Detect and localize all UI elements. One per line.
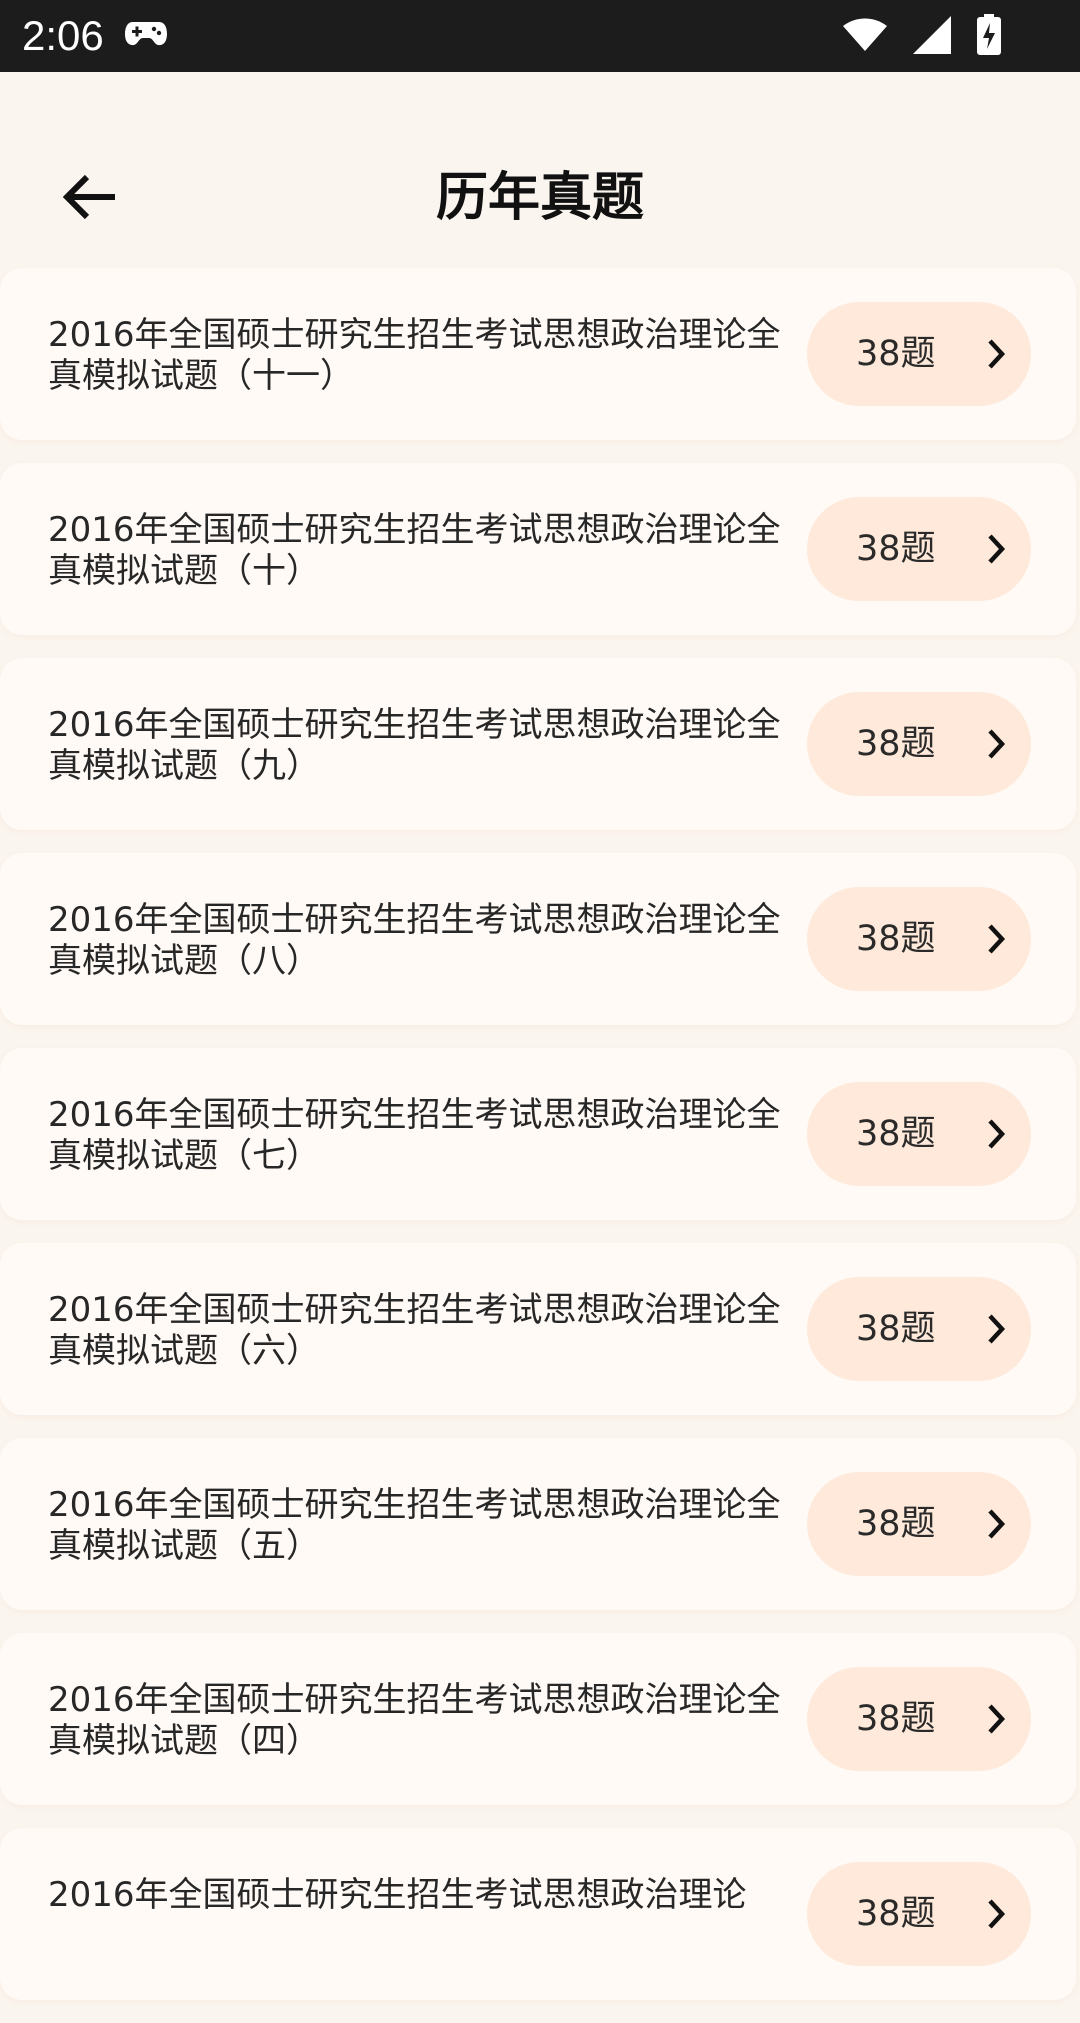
question-count-button[interactable]: 38题 — [807, 1667, 1031, 1771]
chevron-right-icon — [988, 534, 1006, 564]
question-count-label: 38题 — [856, 724, 936, 764]
list-item[interactable]: 2016年全国硕士研究生招生考试思想政治理论全真模拟试题（四） 38题 — [0, 1633, 1076, 1805]
chevron-right-icon — [988, 924, 1006, 954]
question-count-label: 38题 — [856, 919, 936, 959]
question-count-label: 38题 — [856, 1114, 936, 1154]
status-time: 2:06 — [22, 12, 104, 59]
exam-title: 2016年全国硕士研究生招生考试思想政治理论全真模拟试题（四） — [48, 1680, 781, 1761]
question-count-button[interactable]: 38题 — [807, 497, 1031, 601]
exam-title: 2016年全国硕士研究生招生考试思想政治理论全真模拟试题（十一） — [48, 315, 781, 396]
exam-title: 2016年全国硕士研究生招生考试思想政治理论全真模拟试题（八） — [48, 900, 781, 981]
question-count-label: 38题 — [856, 529, 936, 569]
status-bar: 2:06 — [0, 0, 1080, 72]
exam-title: 2016年全国硕士研究生招生考试思想政治理论 — [48, 1875, 747, 1915]
exam-title: 2016年全国硕士研究生招生考试思想政治理论全真模拟试题（七） — [48, 1095, 781, 1176]
question-count-button[interactable]: 38题 — [807, 302, 1031, 406]
chevron-right-icon — [988, 1704, 1006, 1734]
list-item[interactable]: 2016年全国硕士研究生招生考试思想政治理论全真模拟试题（十一） 38题 — [0, 268, 1076, 440]
question-count-button[interactable]: 38题 — [807, 692, 1031, 796]
list-item[interactable]: 2016年全国硕士研究生招生考试思想政治理论全真模拟试题（十） 38题 — [0, 463, 1076, 635]
list-item[interactable]: 2016年全国硕士研究生招生考试思想政治理论 38题 — [0, 1828, 1076, 2000]
chevron-right-icon — [988, 729, 1006, 759]
question-count-button[interactable]: 38题 — [807, 887, 1031, 991]
page-title: 历年真题 — [435, 168, 644, 228]
gamepad-icon — [124, 18, 168, 52]
list-item[interactable]: 2016年全国硕士研究生招生考试思想政治理论全真模拟试题（五） 38题 — [0, 1438, 1076, 1610]
chevron-right-icon — [988, 339, 1006, 369]
question-count-button[interactable]: 38题 — [807, 1082, 1031, 1186]
app-header: 历年真题 — [0, 72, 1080, 268]
question-count-button[interactable]: 38题 — [807, 1472, 1031, 1576]
signal-icon — [912, 15, 952, 59]
exam-title: 2016年全国硕士研究生招生考试思想政治理论全真模拟试题（六） — [48, 1290, 781, 1371]
exam-title: 2016年全国硕士研究生招生考试思想政治理论全真模拟试题（九） — [48, 705, 781, 786]
chevron-right-icon — [988, 1314, 1006, 1344]
question-count-button[interactable]: 38题 — [807, 1277, 1031, 1381]
exam-list: 2016年全国硕士研究生招生考试思想政治理论全真模拟试题（十一） 38题 201… — [0, 268, 1080, 2023]
question-count-label: 38题 — [856, 1894, 936, 1934]
chevron-right-icon — [988, 1119, 1006, 1149]
question-count-label: 38题 — [856, 1504, 936, 1544]
list-item[interactable]: 2016年全国硕士研究生招生考试思想政治理论全真模拟试题（八） 38题 — [0, 853, 1076, 1025]
exam-title: 2016年全国硕士研究生招生考试思想政治理论全真模拟试题（十） — [48, 510, 781, 591]
question-count-button[interactable]: 38题 — [807, 1862, 1031, 1966]
exam-title: 2016年全国硕士研究生招生考试思想政治理论全真模拟试题（五） — [48, 1485, 781, 1566]
battery-charging-icon — [976, 14, 1002, 60]
chevron-right-icon — [988, 1509, 1006, 1539]
status-icons — [842, 14, 1002, 60]
list-item[interactable]: 2016年全国硕士研究生招生考试思想政治理论全真模拟试题（六） 38题 — [0, 1243, 1076, 1415]
list-item[interactable]: 2016年全国硕士研究生招生考试思想政治理论全真模拟试题（七） 38题 — [0, 1048, 1076, 1220]
wifi-icon — [842, 18, 888, 56]
list-item[interactable]: 2016年全国硕士研究生招生考试思想政治理论全真模拟试题（九） 38题 — [0, 658, 1076, 830]
chevron-right-icon — [988, 1899, 1006, 1929]
question-count-label: 38题 — [856, 1309, 936, 1349]
question-count-label: 38题 — [856, 334, 936, 374]
question-count-label: 38题 — [856, 1699, 936, 1739]
